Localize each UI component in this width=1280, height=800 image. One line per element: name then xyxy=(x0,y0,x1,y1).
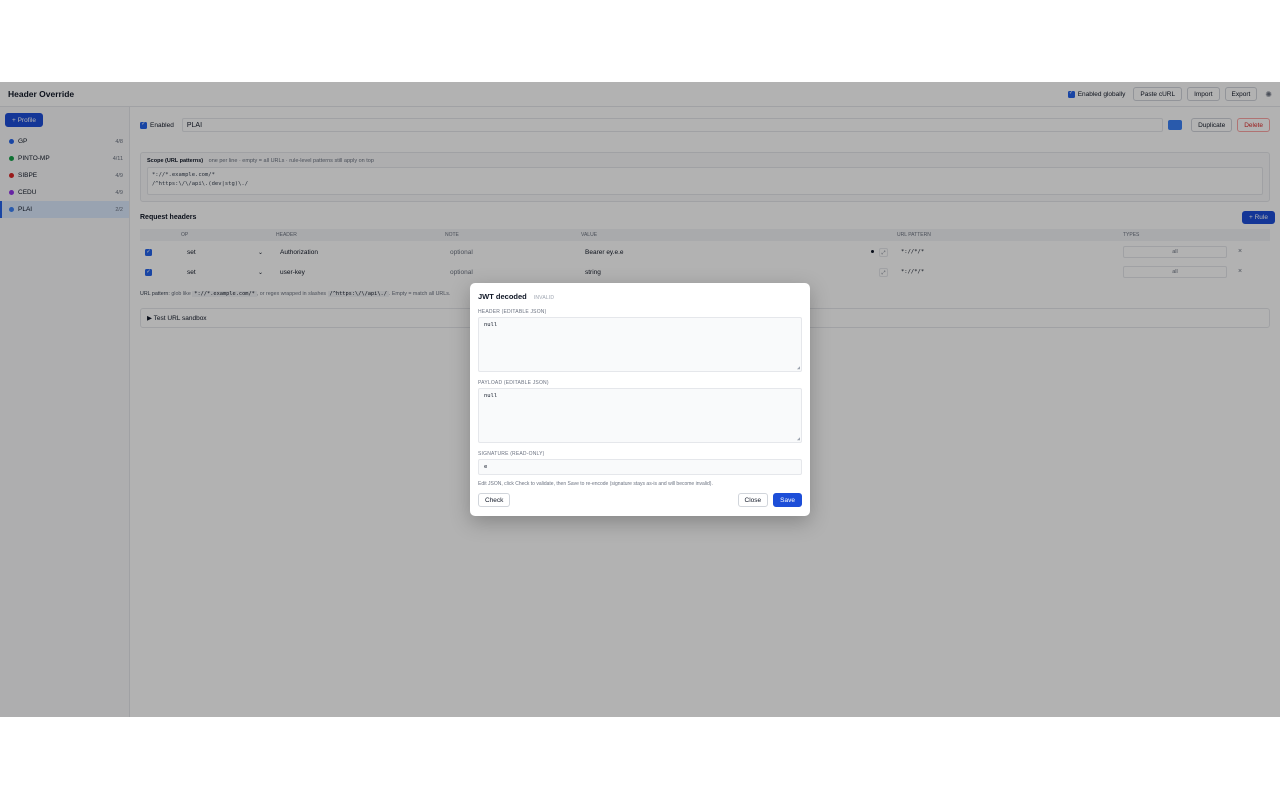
payload-json-label: PAYLOAD (EDITABLE JSON) xyxy=(478,380,549,386)
jwt-decoded-modal: JWT decoded INVALID HEADER (EDITABLE JSO… xyxy=(470,283,810,516)
resize-handle-icon[interactable]: ◢ xyxy=(797,365,800,371)
payload-json-textarea[interactable]: null ◢ xyxy=(478,388,802,443)
status-badge: INVALID xyxy=(533,295,555,301)
header-json-textarea[interactable]: null ◢ xyxy=(478,317,802,372)
signature-value: e xyxy=(484,464,488,470)
signature-field: e xyxy=(478,459,802,475)
modal-title: JWT decoded xyxy=(478,292,527,301)
signature-label: SIGNATURE (READ-ONLY) xyxy=(478,451,545,457)
payload-json-value: null xyxy=(484,393,498,399)
resize-handle-icon[interactable]: ◢ xyxy=(797,436,800,442)
header-json-value: null xyxy=(484,322,498,328)
modal-actions: Check Close Save xyxy=(478,493,802,507)
check-button[interactable]: Check xyxy=(478,493,511,507)
save-button[interactable]: Save xyxy=(773,493,802,507)
modal-help-text: Edit JSON, click Check to validate, then… xyxy=(478,481,713,487)
header-json-label: HEADER (EDITABLE JSON) xyxy=(478,309,547,315)
modal-title-row: JWT decoded INVALID xyxy=(478,292,802,301)
close-button[interactable]: Close xyxy=(737,493,769,507)
app-window: Header Override ✓ Enabled globally Paste… xyxy=(0,82,1280,717)
